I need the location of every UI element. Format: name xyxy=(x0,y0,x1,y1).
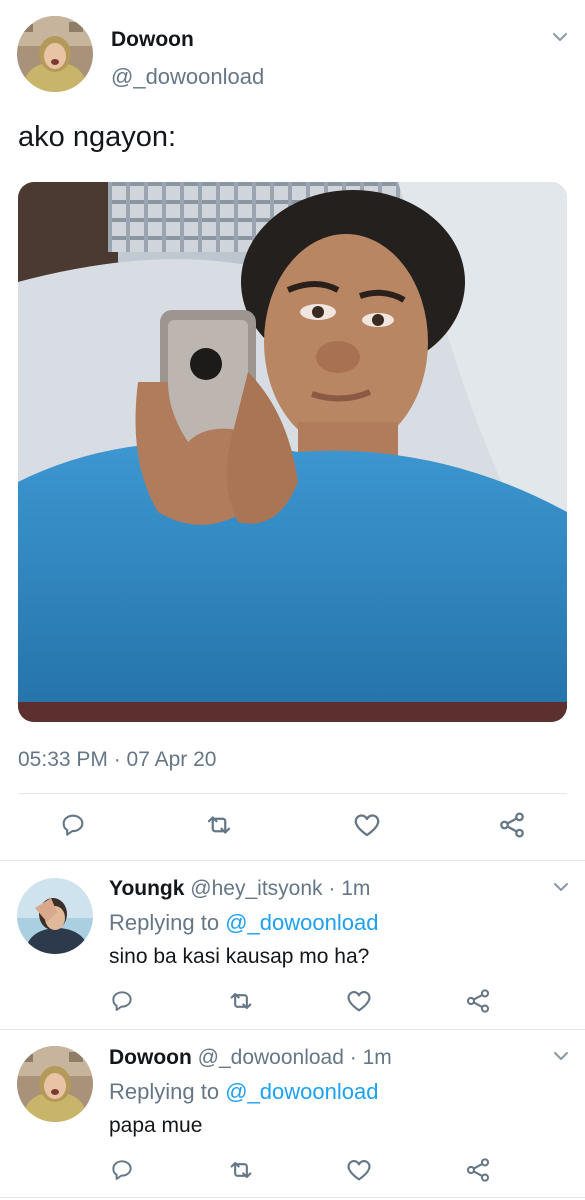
author-avatar[interactable] xyxy=(17,16,93,92)
author-handle[interactable]: @_dowoonload xyxy=(111,64,264,90)
reply-author-name[interactable]: Youngk xyxy=(109,877,184,900)
share-icon[interactable] xyxy=(463,986,493,1016)
replying-to-link[interactable]: @_dowoonload xyxy=(225,910,378,935)
tweet-media-photo[interactable] xyxy=(18,182,567,722)
like-icon[interactable] xyxy=(344,1155,374,1185)
chevron-down-icon[interactable] xyxy=(552,1047,570,1065)
reply-handle[interactable]: @hey_itsyonk xyxy=(190,877,322,900)
chevron-down-icon[interactable] xyxy=(552,878,570,896)
reply-time[interactable]: 1m xyxy=(363,1046,392,1069)
share-icon[interactable] xyxy=(463,1155,493,1185)
like-icon[interactable] xyxy=(351,809,383,841)
divider xyxy=(0,1029,585,1030)
divider xyxy=(0,1197,585,1198)
replying-to: Replying to @_dowoonload xyxy=(109,1079,378,1105)
reply-text: papa mue xyxy=(109,1114,203,1137)
divider xyxy=(18,793,567,794)
reply-text: sino ba kasi kausap mo ha? xyxy=(109,945,370,968)
reply-avatar[interactable] xyxy=(17,878,93,954)
reply-header: Youngk @hey_itsyonk · 1m xyxy=(109,877,370,901)
replying-to: Replying to @_dowoonload xyxy=(109,910,378,936)
like-icon[interactable] xyxy=(344,986,374,1016)
separator-dot: · xyxy=(328,877,336,900)
divider xyxy=(0,860,585,861)
separator-dot: · xyxy=(349,1046,357,1069)
reply-time[interactable]: 1m xyxy=(341,877,370,900)
chevron-down-icon[interactable] xyxy=(551,28,569,46)
replying-to-link[interactable]: @_dowoonload xyxy=(225,1079,378,1104)
tweet-timestamp[interactable]: 05:33 PM · 07 Apr 20 xyxy=(18,748,216,772)
share-icon[interactable] xyxy=(496,809,528,841)
retweet-icon[interactable] xyxy=(203,809,235,841)
replying-prefix: Replying to xyxy=(109,1079,220,1104)
reply-avatar[interactable] xyxy=(17,1046,93,1122)
retweet-icon[interactable] xyxy=(226,986,256,1016)
author-name[interactable]: Dowoon xyxy=(111,28,194,52)
replying-prefix: Replying to xyxy=(109,910,220,935)
reply-icon[interactable] xyxy=(57,809,89,841)
reply-icon[interactable] xyxy=(107,1155,137,1185)
tweet-text: ako ngayon: xyxy=(18,121,177,153)
reply-header: Dowoon @_dowoonload · 1m xyxy=(109,1046,392,1070)
retweet-icon[interactable] xyxy=(226,1155,256,1185)
reply-icon[interactable] xyxy=(107,986,137,1016)
reply-handle[interactable]: @_dowoonload xyxy=(198,1046,344,1069)
reply-author-name[interactable]: Dowoon xyxy=(109,1046,192,1069)
